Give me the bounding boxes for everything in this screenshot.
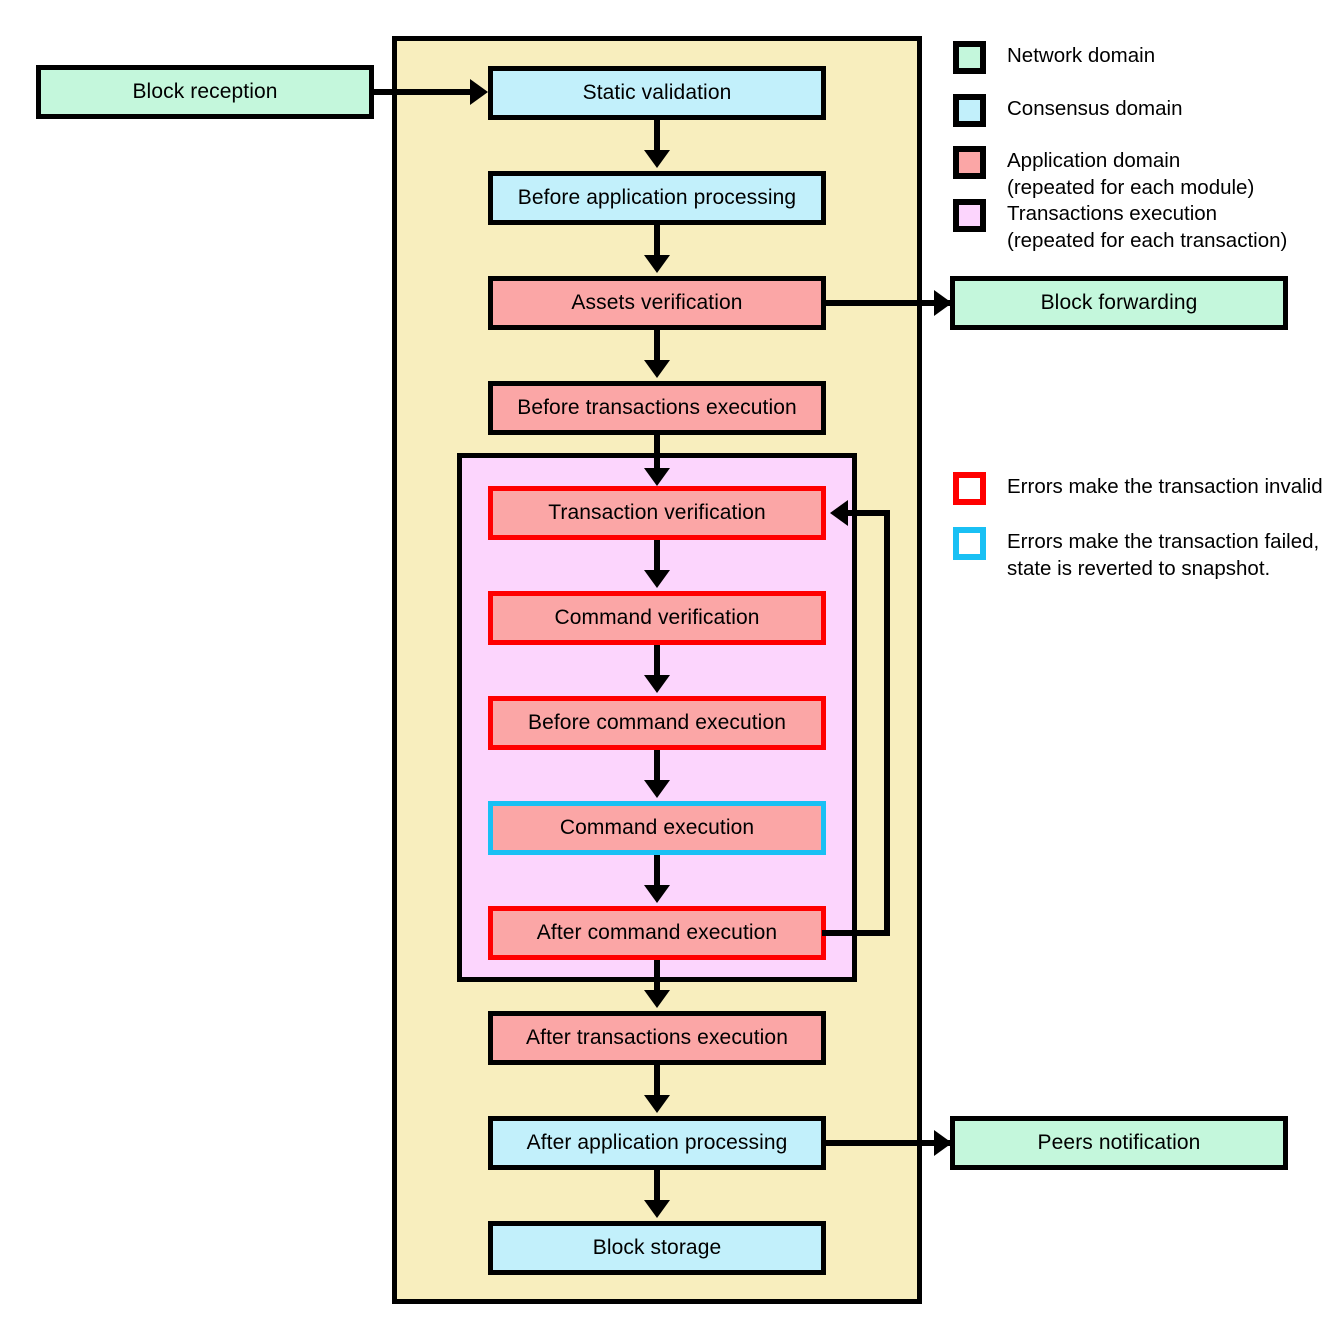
edge-after-transactions-execution-to-after-application-processing <box>654 1065 660 1098</box>
legend-label-error-failed: Errors make the transaction failed, stat… <box>1007 530 1320 581</box>
edge-command-execution-to-after-command-execution <box>654 855 660 888</box>
node-block-storage[interactable]: Block storage <box>488 1221 826 1275</box>
edge-block-reception-to-static-validation <box>374 89 480 95</box>
node-before-transactions-execution[interactable]: Before transactions execution <box>488 381 826 435</box>
node-command-execution[interactable]: Command execution <box>488 801 826 855</box>
node-after-application-processing[interactable]: After application processing <box>488 1116 826 1170</box>
legend-item-error-invalid: Errors make the transaction invalid <box>953 472 1323 505</box>
arrowhead-command-execution <box>644 780 670 798</box>
node-static-validation[interactable]: Static validation <box>488 66 826 120</box>
legend-swatch-network-domain-icon <box>953 41 986 74</box>
arrowhead-loop-to-transaction-verification <box>830 500 848 526</box>
arrowhead-after-command-execution <box>644 885 670 903</box>
node-transaction-verification[interactable]: Transaction verification <box>488 486 826 540</box>
edge-loop-bottom-segment <box>822 930 890 936</box>
edge-transaction-verification-to-command-verification <box>654 540 660 573</box>
edge-assets-verification-to-before-transactions-execution <box>654 330 660 363</box>
edge-before-command-execution-to-command-execution <box>654 750 660 783</box>
legend-label-error-invalid: Errors make the transaction invalid <box>1007 475 1323 498</box>
legend-item-network-domain: Network domain <box>953 41 1155 74</box>
node-block-reception[interactable]: Block reception <box>36 65 374 119</box>
edge-after-application-processing-to-block-storage <box>654 1170 660 1203</box>
arrowhead-after-application-processing <box>644 1095 670 1113</box>
legend-label-transactions-execution: Transactions execution (repeated for eac… <box>1007 202 1288 253</box>
node-block-forwarding[interactable]: Block forwarding <box>950 276 1288 330</box>
legend-item-transactions-execution: Transactions execution (repeated for eac… <box>953 199 1287 254</box>
flowchart-canvas: Block reception Static validation Before… <box>0 0 1339 1339</box>
node-assets-verification[interactable]: Assets verification <box>488 276 826 330</box>
arrowhead-transaction-verification <box>644 468 670 486</box>
arrowhead-after-transactions-execution <box>644 990 670 1008</box>
edge-assets-verification-to-block-forwarding <box>822 300 950 306</box>
edge-command-verification-to-before-command-execution <box>654 645 660 678</box>
arrowhead-command-verification <box>644 570 670 588</box>
legend-swatch-error-failed-icon <box>953 527 986 560</box>
edge-static-validation-to-before-application-processing <box>654 120 660 153</box>
arrowhead-before-application-processing <box>644 150 670 168</box>
arrowhead-assets-verification <box>644 255 670 273</box>
legend-item-application-domain: Application domain (repeated for each mo… <box>953 146 1254 201</box>
legend-swatch-error-invalid-icon <box>953 472 986 505</box>
legend-swatch-application-domain-icon <box>953 146 986 179</box>
legend-swatch-transactions-execution-icon <box>953 199 986 232</box>
node-before-application-processing[interactable]: Before application processing <box>488 171 826 225</box>
node-before-command-execution[interactable]: Before command execution <box>488 696 826 750</box>
edge-after-application-processing-to-peers-notification <box>822 1140 950 1146</box>
legend-label-consensus-domain: Consensus domain <box>1007 97 1183 120</box>
node-after-transactions-execution[interactable]: After transactions execution <box>488 1011 826 1065</box>
edge-before-application-processing-to-assets-verification <box>654 225 660 258</box>
arrowhead-to-static-validation <box>470 79 488 105</box>
legend-label-network-domain: Network domain <box>1007 44 1156 67</box>
legend-item-error-failed: Errors make the transaction failed, stat… <box>953 527 1319 582</box>
node-command-verification[interactable]: Command verification <box>488 591 826 645</box>
legend-item-consensus-domain: Consensus domain <box>953 94 1183 127</box>
legend-label-application-domain: Application domain (repeated for each mo… <box>1007 149 1255 200</box>
legend-swatch-consensus-domain-icon <box>953 94 986 127</box>
node-peers-notification[interactable]: Peers notification <box>950 1116 1288 1170</box>
node-after-command-execution[interactable]: After command execution <box>488 906 826 960</box>
edge-loop-right-segment <box>884 510 890 936</box>
edge-loop-top-segment <box>848 510 890 516</box>
arrowhead-block-storage <box>644 1200 670 1218</box>
arrowhead-before-transactions-execution <box>644 360 670 378</box>
arrowhead-before-command-execution <box>644 675 670 693</box>
